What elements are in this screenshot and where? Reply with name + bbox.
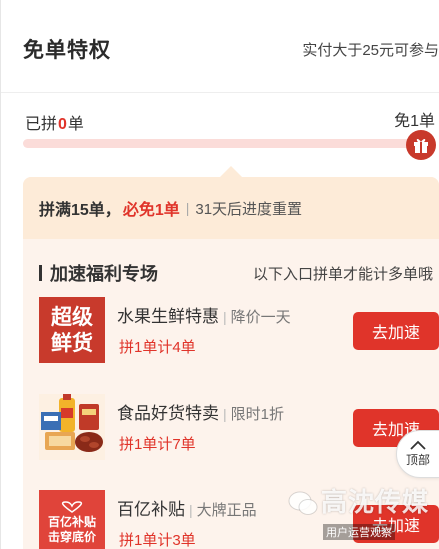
boost-button[interactable]: 去加速 [353,312,439,350]
section-bar [39,265,42,281]
rule-banner: 拼满15单， 必免1单 | 31天后进度重置 [23,177,439,239]
eligibility-condition: 实付大于25元可参与 [302,41,439,59]
benefit-panel: 拼满15单， 必免1单 | 31天后进度重置 加速福利专场 以下入口拼单才能计多… [23,177,439,549]
progress-suffix: 单 [67,116,84,133]
progress-status: 已拼0单 [25,110,84,134]
thumbnail-text: 击穿底价 [47,530,96,544]
item-name: 食品好货特卖 [117,404,219,423]
free-order-card: 免单特权 实付大于25元可参与 已拼0单 免1单 拼满15单， 必免1单 | 3… [0,0,439,549]
item-tag: 降价一天 [230,309,291,326]
page-title: 免单特权 [23,39,111,62]
item-separator: | [223,406,227,422]
back-to-top-button[interactable]: 顶部 [396,430,439,478]
progress-prefix: 已拼 [25,116,58,133]
thumbnail-text: 鲜货 [51,330,93,355]
item-tag: 大牌正品 [196,502,257,519]
item-separator: | [223,309,227,325]
item-tag: 限时1折 [230,406,284,423]
fresh-produce-thumbnail: 超级 鲜货 [39,297,105,363]
rule-reset-note: 31天后进度重置 [195,200,303,218]
list-item: 超级 鲜货 水果生鲜特惠 | 降价一天 拼1单计4单 去加速 [39,297,439,367]
rule-threshold: 拼满15单， [39,202,121,219]
item-title: 水果生鲜特惠 | 降价一天 [117,302,291,327]
rule-separator: | [185,200,190,216]
subsidy-thumbnail: 百亿补贴 击穿底价 [39,490,105,549]
back-to-top-label: 顶部 [405,453,430,467]
item-count: 拼1单计3单 [119,532,196,549]
item-name: 百亿补贴 [117,500,185,519]
item-title: 百亿补贴 | 大牌正品 [117,495,257,520]
progress-goal: 免1单 [394,113,435,130]
gift-icon [406,130,436,160]
section-title: 加速福利专场 [50,264,158,284]
boost-button[interactable]: 去加速 [353,505,439,543]
thumbnail-text: 超级 [51,304,93,329]
chevron-up-icon [410,440,426,450]
section-header: 加速福利专场 以下入口拼单才能计多单哦 [39,260,433,286]
food-goods-thumbnail [39,394,105,460]
item-count: 拼1单计7单 [119,436,196,453]
section-note: 以下入口拼单才能计多单哦 [252,265,433,283]
progress-count: 0 [58,116,67,133]
list-item: 百亿补贴 击穿底价 百亿补贴 | 大牌正品 拼1单计3单 去加速 [39,490,439,549]
item-count: 拼1单计4单 [119,339,196,356]
item-name: 水果生鲜特惠 [117,307,219,326]
divider [1,92,439,93]
card-header: 免单特权 实付大于25元可参与 [23,34,439,64]
thumbnail-text: 百亿补贴 [47,515,96,529]
item-separator: | [189,502,193,518]
list-item: 食品好货特卖 | 限时1折 拼1单计7单 去加速 [39,394,439,464]
progress-bar [23,139,419,148]
rule-reward: 必免1单 [122,202,180,219]
item-title: 食品好货特卖 | 限时1折 [117,399,284,424]
